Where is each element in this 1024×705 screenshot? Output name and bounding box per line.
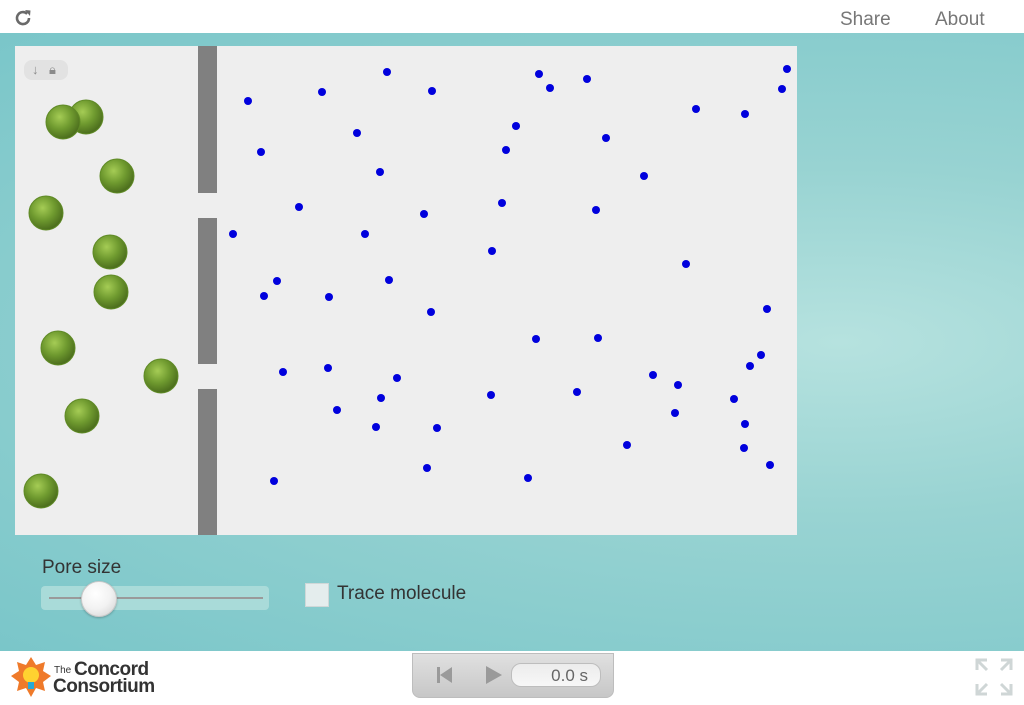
small-molecule[interactable] <box>573 388 581 396</box>
about-link[interactable]: About <box>935 9 985 31</box>
tool-icons: ↓ 🔒︎ <box>24 60 68 80</box>
share-link[interactable]: Share <box>840 9 891 31</box>
concord-logo-icon <box>11 657 51 697</box>
small-molecule[interactable] <box>273 277 281 285</box>
skip-back-icon <box>437 667 452 683</box>
small-molecule[interactable] <box>383 68 391 76</box>
thermometer-icon: ↓ <box>32 62 39 77</box>
small-molecule[interactable] <box>692 105 700 113</box>
small-molecule[interactable] <box>766 461 774 469</box>
small-molecule[interactable] <box>674 381 682 389</box>
time-display: 0.0 s <box>511 663 601 687</box>
small-molecule[interactable] <box>420 210 428 218</box>
small-molecule[interactable] <box>740 444 748 452</box>
large-molecule[interactable] <box>40 330 76 366</box>
trace-molecule-checkbox[interactable] <box>305 583 329 607</box>
small-molecule[interactable] <box>487 391 495 399</box>
small-molecule[interactable] <box>502 146 510 154</box>
pore-size-slider[interactable] <box>41 581 269 617</box>
small-molecule[interactable] <box>783 65 791 73</box>
small-molecule[interactable] <box>583 75 591 83</box>
small-molecule[interactable] <box>229 230 237 238</box>
large-molecule[interactable] <box>143 358 179 394</box>
top-bar: Share About <box>0 0 1024 34</box>
large-molecule[interactable] <box>99 158 135 194</box>
small-molecule[interactable] <box>532 335 540 343</box>
small-molecule[interactable] <box>602 134 610 142</box>
large-molecule[interactable] <box>92 234 128 270</box>
small-molecule[interactable] <box>778 85 786 93</box>
play-icon <box>486 666 502 684</box>
small-molecule[interactable] <box>423 464 431 472</box>
molecule-field <box>23 46 791 535</box>
playback-controls: 0.0 s <box>412 653 614 698</box>
membrane-segment-bottom <box>198 389 217 535</box>
small-molecule[interactable] <box>763 305 771 313</box>
large-molecule[interactable] <box>23 473 59 509</box>
logo-text-consortium: Consortium <box>53 676 155 697</box>
large-molecule[interactable] <box>64 398 100 434</box>
small-molecule[interactable] <box>385 276 393 284</box>
small-molecule[interactable] <box>546 84 554 92</box>
small-molecule[interactable] <box>428 87 436 95</box>
small-molecule[interactable] <box>524 474 532 482</box>
small-molecule[interactable] <box>393 374 401 382</box>
pore-size-label: Pore size <box>42 557 122 578</box>
slider-handle[interactable] <box>81 581 118 617</box>
small-molecule[interactable] <box>594 334 602 342</box>
small-molecule[interactable] <box>741 420 749 428</box>
play-button[interactable] <box>479 662 509 688</box>
large-molecule[interactable] <box>45 104 81 140</box>
small-molecule[interactable] <box>649 371 657 379</box>
fullscreen-icon[interactable] <box>975 658 1013 696</box>
small-molecule[interactable] <box>324 364 332 372</box>
small-molecule[interactable] <box>746 362 754 370</box>
small-molecule[interactable] <box>372 423 380 431</box>
large-molecule[interactable] <box>93 274 129 310</box>
small-molecule[interactable] <box>376 168 384 176</box>
small-molecule[interactable] <box>361 230 369 238</box>
reload-icon[interactable] <box>12 7 34 29</box>
small-molecule[interactable] <box>535 70 543 78</box>
small-molecule[interactable] <box>682 260 690 268</box>
membrane-segment-top <box>198 46 217 193</box>
trace-molecule-label[interactable]: Trace molecule <box>337 583 466 605</box>
small-molecule[interactable] <box>640 172 648 180</box>
small-molecule[interactable] <box>671 409 679 417</box>
small-molecule[interactable] <box>279 368 287 376</box>
small-molecule[interactable] <box>741 110 749 118</box>
reset-button[interactable] <box>429 662 459 688</box>
simulation-canvas[interactable] <box>15 46 797 535</box>
small-molecule[interactable] <box>427 308 435 316</box>
small-molecule[interactable] <box>623 441 631 449</box>
small-molecule[interactable] <box>730 395 738 403</box>
small-molecule[interactable] <box>377 394 385 402</box>
small-molecule[interactable] <box>270 477 278 485</box>
small-molecule[interactable] <box>757 351 765 359</box>
small-molecule[interactable] <box>433 424 441 432</box>
small-molecule[interactable] <box>318 88 326 96</box>
small-molecule[interactable] <box>325 293 333 301</box>
large-molecule[interactable] <box>28 195 64 231</box>
small-molecule[interactable] <box>333 406 341 414</box>
small-molecule[interactable] <box>295 203 303 211</box>
small-molecule[interactable] <box>512 122 520 130</box>
logo-text-the: The <box>54 665 72 676</box>
small-molecule[interactable] <box>260 292 268 300</box>
small-molecule[interactable] <box>353 129 361 137</box>
small-molecule[interactable] <box>257 148 265 156</box>
small-molecule[interactable] <box>488 247 496 255</box>
membrane-segment-middle <box>198 218 217 364</box>
small-molecule[interactable] <box>244 97 252 105</box>
lock-icon[interactable]: 🔒︎ <box>49 60 56 80</box>
small-molecule[interactable] <box>498 199 506 207</box>
small-molecule[interactable] <box>592 206 600 214</box>
